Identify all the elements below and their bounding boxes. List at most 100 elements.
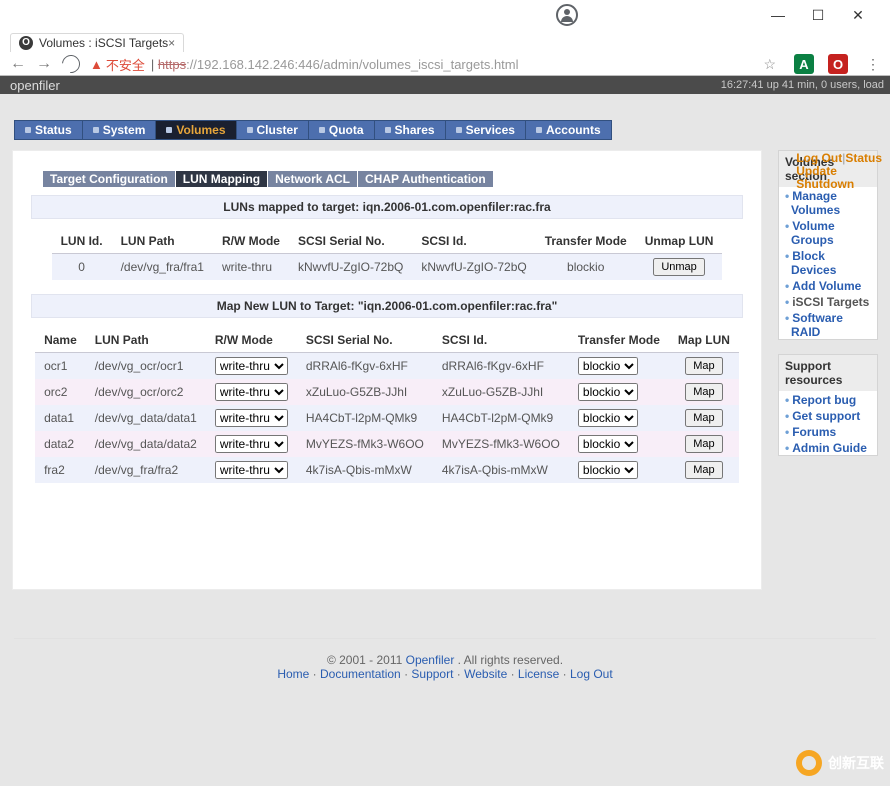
menu-shares[interactable]: Shares <box>375 120 446 140</box>
mapnew-col-header: SCSI Id. <box>433 328 569 353</box>
menu-accounts[interactable]: Accounts <box>526 120 612 140</box>
window-maximize-button[interactable]: ☐ <box>798 2 838 28</box>
main-panel: Target ConfigurationLUN MappingNetwork A… <box>12 150 762 590</box>
footer-link-support[interactable]: Support <box>411 667 453 681</box>
rw-mode-select[interactable]: write-thru <box>215 435 288 453</box>
browser-tab[interactable]: O Volumes : iSCSI Targets × <box>10 33 184 52</box>
menu-volumes[interactable]: Volumes <box>156 120 236 140</box>
scsi-id: MvYEZS-fMk3-W6OO <box>433 431 569 457</box>
sidebar-link-block-devices[interactable]: •Block Devices <box>779 247 877 277</box>
map-button[interactable]: Map <box>685 383 722 401</box>
map-button[interactable]: Map <box>685 435 722 453</box>
app-topbar: openfiler 16:27:41 up 41 min, 0 users, l… <box>0 76 890 94</box>
map-button[interactable]: Map <box>685 357 722 375</box>
brand-name: openfiler <box>0 78 60 93</box>
sidebar-link-volume-groups[interactable]: •Volume Groups <box>779 217 877 247</box>
transfer-mode-cell: blockio <box>569 457 669 483</box>
bullet-icon: • <box>785 311 789 325</box>
mapped-col-header: SCSI Id. <box>412 229 535 254</box>
menu-status[interactable]: Status <box>14 120 83 140</box>
link-update[interactable]: Update <box>796 164 837 178</box>
unmap-button[interactable]: Unmap <box>653 258 704 276</box>
chrome-menu-icon[interactable]: ⋮ <box>866 56 880 73</box>
mapnew-row: fra2/dev/vg_fra/fra2write-thru4k7isA-Qbi… <box>35 457 739 483</box>
sidebar-link-iscsi-targets[interactable]: •iSCSI Targets <box>779 293 877 309</box>
menu-cluster[interactable]: Cluster <box>237 120 309 140</box>
window-minimize-button[interactable]: — <box>758 2 798 28</box>
footer-link-log-out[interactable]: Log Out <box>570 667 613 681</box>
transfer-mode: blockio <box>536 254 636 281</box>
menu-bullet-icon <box>93 127 99 133</box>
transfer-mode-select[interactable]: blockio <box>578 409 638 427</box>
sub-tabs: Target ConfigurationLUN MappingNetwork A… <box>43 171 761 187</box>
footer-brand-link[interactable]: Openfiler <box>406 653 455 667</box>
scsi-serial: kNwvfU-ZgIO-72bQ <box>289 254 412 281</box>
mapped-luns-title: LUNs mapped to target: iqn.2006-01.com.o… <box>31 195 743 219</box>
url-scheme: https <box>158 57 186 72</box>
transfer-mode-select[interactable]: blockio <box>578 435 638 453</box>
transfer-mode-select[interactable]: blockio <box>578 461 638 479</box>
rw-mode-select[interactable]: write-thru <box>215 383 288 401</box>
extension-a-icon[interactable]: A <box>794 54 814 74</box>
back-button[interactable]: ← <box>10 55 26 73</box>
rw-mode-cell: write-thru <box>206 379 297 405</box>
footer-rights: . All rights reserved. <box>458 653 563 667</box>
sidebar: Volumes section •Manage Volumes•Volume G… <box>778 150 878 456</box>
url-field[interactable]: ▲ 不安全 | https://192.168.142.246:446/admi… <box>90 55 780 74</box>
footer-link-home[interactable]: Home <box>277 667 309 681</box>
corner-brand-text: 创新互联 <box>828 753 884 773</box>
mapnew-row: data2/dev/vg_data/data2write-thruMvYEZS-… <box>35 431 739 457</box>
user-profile-icon[interactable] <box>556 4 578 26</box>
extension-o-icon[interactable]: O <box>828 54 848 74</box>
forward-button[interactable]: → <box>36 55 52 73</box>
footer: © 2001 - 2011 Openfiler . All rights res… <box>14 638 876 681</box>
transfer-mode-cell: blockio <box>569 353 669 380</box>
transfer-mode-cell: blockio <box>569 405 669 431</box>
sidebar-link-add-volume[interactable]: •Add Volume <box>779 277 877 293</box>
transfer-mode-cell: blockio <box>569 431 669 457</box>
footer-link-website[interactable]: Website <box>464 667 507 681</box>
mapnew-col-header: Map LUN <box>669 328 739 353</box>
tab-close-icon[interactable]: × <box>168 36 175 50</box>
transfer-mode-select[interactable]: blockio <box>578 383 638 401</box>
url-host: ://192.168.142.246 <box>186 57 294 72</box>
scsi-serial: MvYEZS-fMk3-W6OO <box>297 431 433 457</box>
subtab-target-configuration[interactable]: Target Configuration <box>43 171 175 187</box>
map-button[interactable]: Map <box>685 461 722 479</box>
link-shutdown[interactable]: Shutdown <box>796 177 854 191</box>
scsi-id: dRRAl6-fKgv-6xHF <box>433 353 569 380</box>
menu-system[interactable]: System <box>83 120 157 140</box>
window-close-button[interactable]: ✕ <box>838 2 878 28</box>
bullet-icon: • <box>785 441 789 455</box>
sidebar-link-report-bug[interactable]: •Report bug <box>779 391 877 407</box>
sidebar-link-admin-guide[interactable]: •Admin Guide <box>779 439 877 455</box>
sidebar-support-title: Support resources <box>779 355 877 391</box>
rw-mode-select[interactable]: write-thru <box>215 357 288 375</box>
subtab-chap-authentication[interactable]: CHAP Authentication <box>358 171 493 187</box>
rw-mode-select[interactable]: write-thru <box>215 409 288 427</box>
subtab-network-acl[interactable]: Network ACL <box>268 171 357 187</box>
link-logout[interactable]: Log Out <box>796 151 842 165</box>
bullet-icon: • <box>785 393 789 407</box>
sidebar-link-forums[interactable]: •Forums <box>779 423 877 439</box>
sidebar-link-manage-volumes[interactable]: •Manage Volumes <box>779 187 877 217</box>
url-path: :446/admin/volumes_iscsi_targets.html <box>295 57 519 72</box>
rw-mode-select[interactable]: write-thru <box>215 461 288 479</box>
mapnew-col-header: Transfer Mode <box>569 328 669 353</box>
mapnew-col-header: SCSI Serial No. <box>297 328 433 353</box>
bookmark-star-icon[interactable]: ☆ <box>763 56 776 73</box>
transfer-mode-select[interactable]: blockio <box>578 357 638 375</box>
menu-quota[interactable]: Quota <box>309 120 375 140</box>
menu-services[interactable]: Services <box>446 120 526 140</box>
sidebar-link-software-raid[interactable]: •Software RAID <box>779 309 877 339</box>
map-button[interactable]: Map <box>685 409 722 427</box>
subtab-lun-mapping[interactable]: LUN Mapping <box>176 171 267 187</box>
footer-link-license[interactable]: License <box>518 667 559 681</box>
link-status[interactable]: Status <box>845 151 882 165</box>
menu-bullet-icon <box>536 127 542 133</box>
footer-link-documentation[interactable]: Documentation <box>320 667 401 681</box>
reload-button[interactable] <box>58 51 83 76</box>
map-new-lun-title: Map New LUN to Target: "iqn.2006-01.com.… <box>31 294 743 318</box>
menu-bullet-icon <box>456 127 462 133</box>
sidebar-link-get-support[interactable]: •Get support <box>779 407 877 423</box>
